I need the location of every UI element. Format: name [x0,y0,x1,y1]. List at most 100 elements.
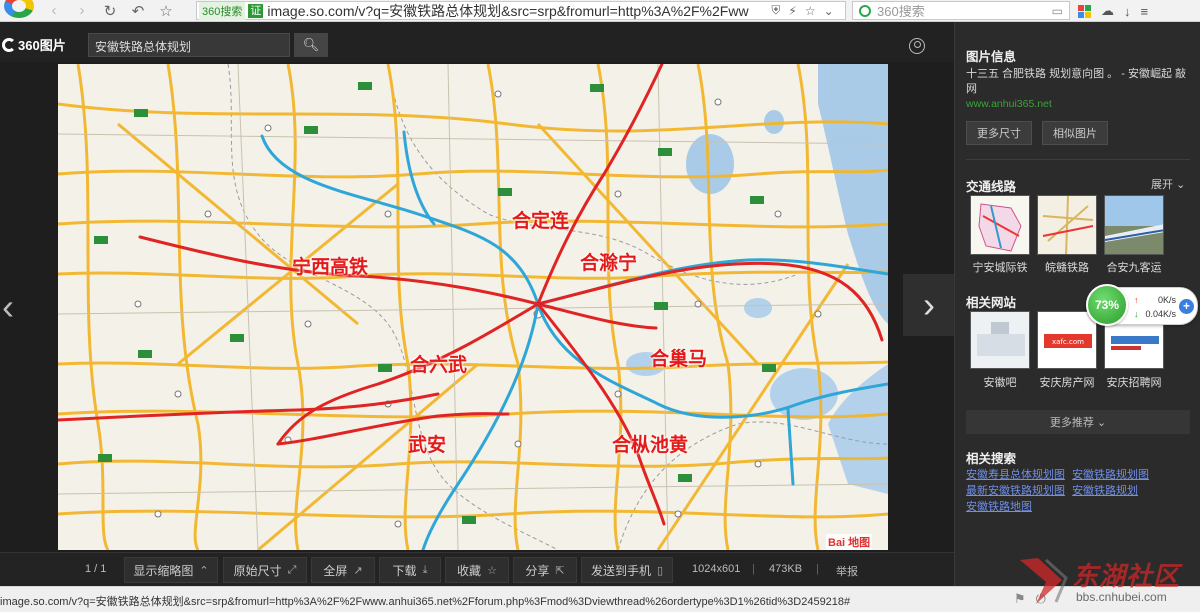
related-search-link[interactable]: 安徽铁路地图 [966,501,1032,513]
site-label-2[interactable]: 安庆房产网 [1029,374,1105,390]
share-button[interactable]: 分享 ⇱ [513,557,577,583]
separator: | [816,563,819,575]
download-button[interactable]: 下载 ⤓ [379,557,441,583]
speed-percent[interactable]: 73% [1086,284,1128,326]
similar-images-button[interactable]: 相似图片 [1042,121,1108,145]
site-label-1[interactable]: 安徽吧 [962,374,1038,390]
browser-status-bar: image.so.com/v?q=安徽铁路总体规划&src=srp&fromur… [0,586,1200,612]
expand-button[interactable]: 展开 ⌄ [1151,176,1185,192]
image-info-title: 图片信息 [966,50,1017,64]
more-recommend-button[interactable]: 更多推荐 ⌄ [966,410,1190,434]
user-icon[interactable] [909,38,925,54]
traffic-thumb-3[interactable] [1104,195,1164,255]
network-speed-widget[interactable]: 73% ↑ 0K/s ↓ 0.04K/s + [1086,284,1198,326]
download-arrow-icon: ↓ [1134,309,1139,319]
upload-arrow-icon: ↑ [1134,295,1139,305]
page-count: 1 / 1 [85,563,107,575]
traffic-thumb-1[interactable] [970,195,1030,255]
site-search-input[interactable]: 安徽铁路总体规划 [88,33,290,57]
more-sizes-button[interactable]: 更多尺寸 [966,121,1032,145]
traffic-label-2[interactable]: 皖赣铁路 [1029,259,1105,275]
download-speed: ↓ 0.04K/s [1134,309,1176,319]
star-icon[interactable]: ☆ [152,0,180,22]
traffic-label-3[interactable]: 合安九客运 [1096,259,1172,275]
related-search-link[interactable]: 安徽铁路规划 [1072,485,1138,497]
site-thumb-2[interactable]: xafc.com [1037,311,1097,369]
forward-icon[interactable]: › [68,0,96,22]
url-text[interactable]: image.so.com/v?q=安徽铁路总体规划&src=srp&fromur… [267,1,767,21]
traffic-thumb-2[interactable] [1037,195,1097,255]
refresh-icon[interactable]: ↻ [96,0,124,22]
map-label-ningxi-railway: 宁西高铁 [292,257,369,278]
related-search-link[interactable]: 最新安徽铁路规划图 [966,485,1065,497]
address-bar[interactable]: 360搜索 证 image.so.com/v?q=安徽铁路总体规划&src=sr… [196,1,846,20]
power-icon[interactable]: ⏻ [1036,591,1046,607]
chevron-down-icon: ⌄ [1176,179,1186,191]
site-search-button[interactable]: 🔍︎ [294,33,328,57]
site-thumb-1[interactable] [970,311,1030,369]
viewer-toolbar: 1 / 1 显示缩略图 ⌃ 原始尺寸 ⤢ 全屏 ↗ 下载 ⤓ 收藏 ☆ 分享 ⇱ 发送到手机… [0,552,954,586]
fullscreen-icon: ↗ [353,564,363,577]
cloud-icon[interactable]: ☁ [1101,3,1114,19]
browser-search-input[interactable]: 360搜索 ▭ [852,1,1070,20]
image-dimensions: 1024x601 [692,563,741,575]
previous-image-arrow-icon[interactable]: ‹ [2,286,14,328]
pin-icon[interactable]: ⚑ [1014,591,1026,607]
url-source-tag: 360搜索 [199,1,246,20]
report-link[interactable]: 举报 [836,563,858,579]
original-size-icon: ⤢ [287,563,297,576]
send-to-phone-button[interactable]: 发送到手机 ▯ [581,557,673,583]
bookmark-star-icon[interactable]: ☆ [805,4,816,18]
dropdown-chevron-icon[interactable]: ⌄ [824,4,834,18]
back-icon[interactable]: ‹ [40,0,68,22]
download-arrow-icon: ⤓ [422,563,428,576]
site-header: 360图片 安徽铁路总体规划 🔍︎ [0,22,954,62]
star-outline-icon: ☆ [487,564,497,577]
map-label-wuan: 武安 [408,435,447,456]
undo-icon[interactable]: ↶ [124,0,152,22]
map-label-hedinglian: 合定连 [512,211,570,232]
document-icon[interactable]: ▭ [1052,4,1063,18]
related-search-links: 安徽寿县总体规划图 安徽铁路规划图 最新安徽铁路规划图 安徽铁路规划 安徽铁路地… [966,467,1192,515]
related-sites-title: 相关网站 [966,296,1017,310]
chevron-down-icon: ⌄ [1096,416,1107,429]
status-url: image.so.com/v?q=安徽铁路总体规划&src=srp&fromur… [0,596,851,608]
source-link[interactable]: www.anhui365.net [966,98,1052,110]
chevron-up-icon: ⌃ [199,564,209,577]
railway-map-image[interactable]: 合定连 宁西高铁 合滁宁 合六武 合巢马 武安 合枞池黄 Bai 地图 [58,64,888,550]
site-logo[interactable]: 360图片 [2,35,66,54]
search-placeholder: 360搜索 [877,4,925,19]
fullscreen-button[interactable]: 全屏 ↗ [311,557,375,583]
traffic-routes-title: 交通线路 [966,180,1017,194]
separator: | [752,563,755,575]
related-search-title: 相关搜索 [966,452,1017,466]
collect-button[interactable]: 收藏 ☆ [445,557,509,583]
related-search-link[interactable]: 安徽寿县总体规划图 [966,469,1065,481]
shield-icon[interactable]: ⛨ [771,3,780,18]
search-engine-icon [859,4,871,17]
download-icon[interactable]: ↓ [1124,4,1131,19]
browser-logo-icon[interactable] [0,0,40,22]
map-canvas [58,64,888,550]
lightning-icon[interactable]: ⚡ [788,4,796,18]
certificate-badge[interactable]: 证 [248,3,264,18]
map-brand-logo: Bai 地图 [826,534,873,550]
related-search-link[interactable]: 安徽铁路规划图 [1072,469,1149,481]
map-label-hechuning: 合滁宁 [580,253,638,274]
map-label-hechaoma: 合巢马 [650,349,708,370]
original-size-button[interactable]: 原始尺寸 ⤢ [223,557,307,583]
site-label-3[interactable]: 安庆招聘网 [1096,374,1172,390]
menu-icon[interactable]: ≡ [1141,4,1149,19]
upload-speed: ↑ 0K/s [1134,295,1176,305]
plus-icon[interactable]: + [1179,299,1194,314]
svg-text:xafc.com: xafc.com [1052,338,1084,346]
apps-icon[interactable] [1078,4,1091,18]
traffic-label-1[interactable]: 宁安城际铁 [962,259,1038,275]
image-viewer: ‹ 合定连 宁西高铁 合滁宁 合六武 合巢马 武安 合枞池黄 Bai 地图 › [0,62,955,552]
image-description: 十三五 合肥铁路 规划意向图 。 - 安徽崛起 敲网 [966,68,1186,95]
map-label-hezongchihuang: 合枞池黄 [612,435,689,456]
next-image-arrow-icon[interactable]: › [903,274,955,336]
image-file-size: 473KB [769,563,803,575]
map-label-heliuwu: 合六武 [410,355,468,376]
show-thumbnails-button[interactable]: 显示缩略图 ⌃ [124,557,218,583]
